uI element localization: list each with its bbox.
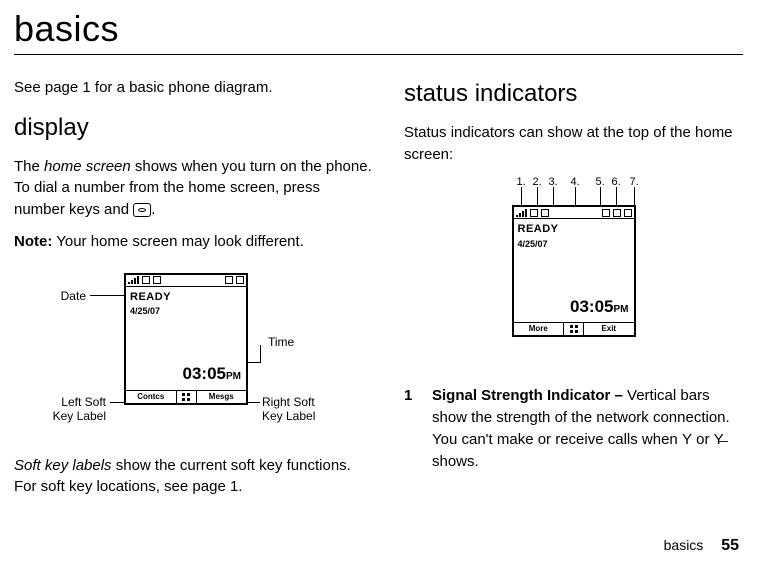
softkey-menu-icon <box>177 391 197 403</box>
time-value: 03:05 <box>183 364 226 383</box>
status-intro: Status indicators can show at the top of… <box>404 122 743 166</box>
no-signal-crossed-icon: Y̶ <box>714 429 724 451</box>
softkey-left: More <box>514 323 565 335</box>
display-paragraph-1: The home screen shows when you turn on t… <box>14 156 374 221</box>
item-text: Signal Strength Indicator – Vertical bar… <box>432 385 743 472</box>
callout-date: Date <box>56 289 86 303</box>
ready-label: READY <box>126 287 246 306</box>
signal-icon <box>516 209 527 217</box>
page-number: 55 <box>721 537 739 554</box>
callout-left-soft-1: Left Soft <box>46 395 106 409</box>
home-screen-term: home screen <box>44 158 131 175</box>
phone-screen-right: READY 4/25/07 03:05PM More Exit <box>512 205 636 337</box>
status-icon <box>602 209 610 217</box>
status-icon <box>225 276 233 284</box>
time-ampm: PM <box>226 371 241 382</box>
footer-label: basics <box>664 537 704 553</box>
no-signal-icon: Y <box>682 429 692 451</box>
display-heading: display <box>14 111 374 146</box>
callout-right-soft-2: Key Label <box>262 409 315 423</box>
phone-screen-left: READY 4/25/07 03:05PM Contcs Mesgs <box>124 273 248 405</box>
time-ampm: PM <box>614 304 629 315</box>
status-icon <box>142 276 150 284</box>
column-right: status indicators Status indicators can … <box>404 77 743 508</box>
phone-time: 03:05PM <box>570 295 628 320</box>
ready-label: READY <box>514 219 634 238</box>
battery-icon <box>624 209 632 217</box>
leader-line <box>90 295 124 296</box>
call-key-icon <box>133 203 151 217</box>
status-indicators-heading: status indicators <box>404 77 743 112</box>
status-icon <box>613 209 621 217</box>
note-text: Your home screen may look different. <box>52 233 304 250</box>
display-para-after-icon: . <box>151 201 155 218</box>
battery-icon <box>236 276 244 284</box>
status-bar <box>514 207 634 219</box>
softkey-paragraph: Soft key labels show the current soft ke… <box>14 455 374 499</box>
softkey-left: Contcs <box>126 391 177 403</box>
leader-line <box>110 402 124 403</box>
item-bold: Signal Strength Indicator – <box>432 387 623 404</box>
leader-line <box>248 402 260 403</box>
softkey-menu-icon <box>564 323 584 335</box>
display-para-prefix: The <box>14 158 44 175</box>
note-label: Note: <box>14 233 52 250</box>
phone-date: 4/25/07 <box>514 238 634 253</box>
title-underline <box>14 54 743 55</box>
page-title: basics <box>0 0 757 54</box>
signal-icon <box>128 276 139 284</box>
numbered-item-1: 1 Signal Strength Indicator – Vertical b… <box>404 385 743 472</box>
status-indicator-diagram: 1. 2. 3. 4. 5. 6. 7. <box>444 175 704 375</box>
softkey-bar: Contcs Mesgs <box>126 390 246 403</box>
intro-text: See page 1 for a basic phone diagram. <box>14 77 374 99</box>
softkey-right: Exit <box>584 323 634 335</box>
column-left: See page 1 for a basic phone diagram. di… <box>14 77 374 508</box>
softkey-bar: More Exit <box>514 322 634 335</box>
callout-left-soft-2: Key Label <box>46 409 106 423</box>
status-icon <box>541 209 549 217</box>
callout-time: Time <box>268 335 294 349</box>
item-mid: or <box>692 431 714 448</box>
page-footer: basics 55 <box>664 537 739 555</box>
softkey-right: Mesgs <box>197 391 247 403</box>
phone-time: 03:05PM <box>183 362 241 387</box>
status-bar <box>126 275 246 287</box>
phone-date: 4/25/07 <box>126 305 246 320</box>
home-screen-diagram: Date Time Left Soft Key Label Right Soft… <box>14 267 374 445</box>
callout-right-soft-1: Right Soft <box>262 395 315 409</box>
note-paragraph: Note: Your home screen may look differen… <box>14 231 374 253</box>
status-icon <box>530 209 538 217</box>
item-number: 1 <box>404 385 416 472</box>
content-columns: See page 1 for a basic phone diagram. di… <box>0 77 757 508</box>
item-end: shows. <box>432 453 479 470</box>
status-icon <box>153 276 161 284</box>
time-value: 03:05 <box>570 297 613 316</box>
softkey-term: Soft key labels <box>14 457 112 474</box>
leader-line <box>260 345 261 363</box>
